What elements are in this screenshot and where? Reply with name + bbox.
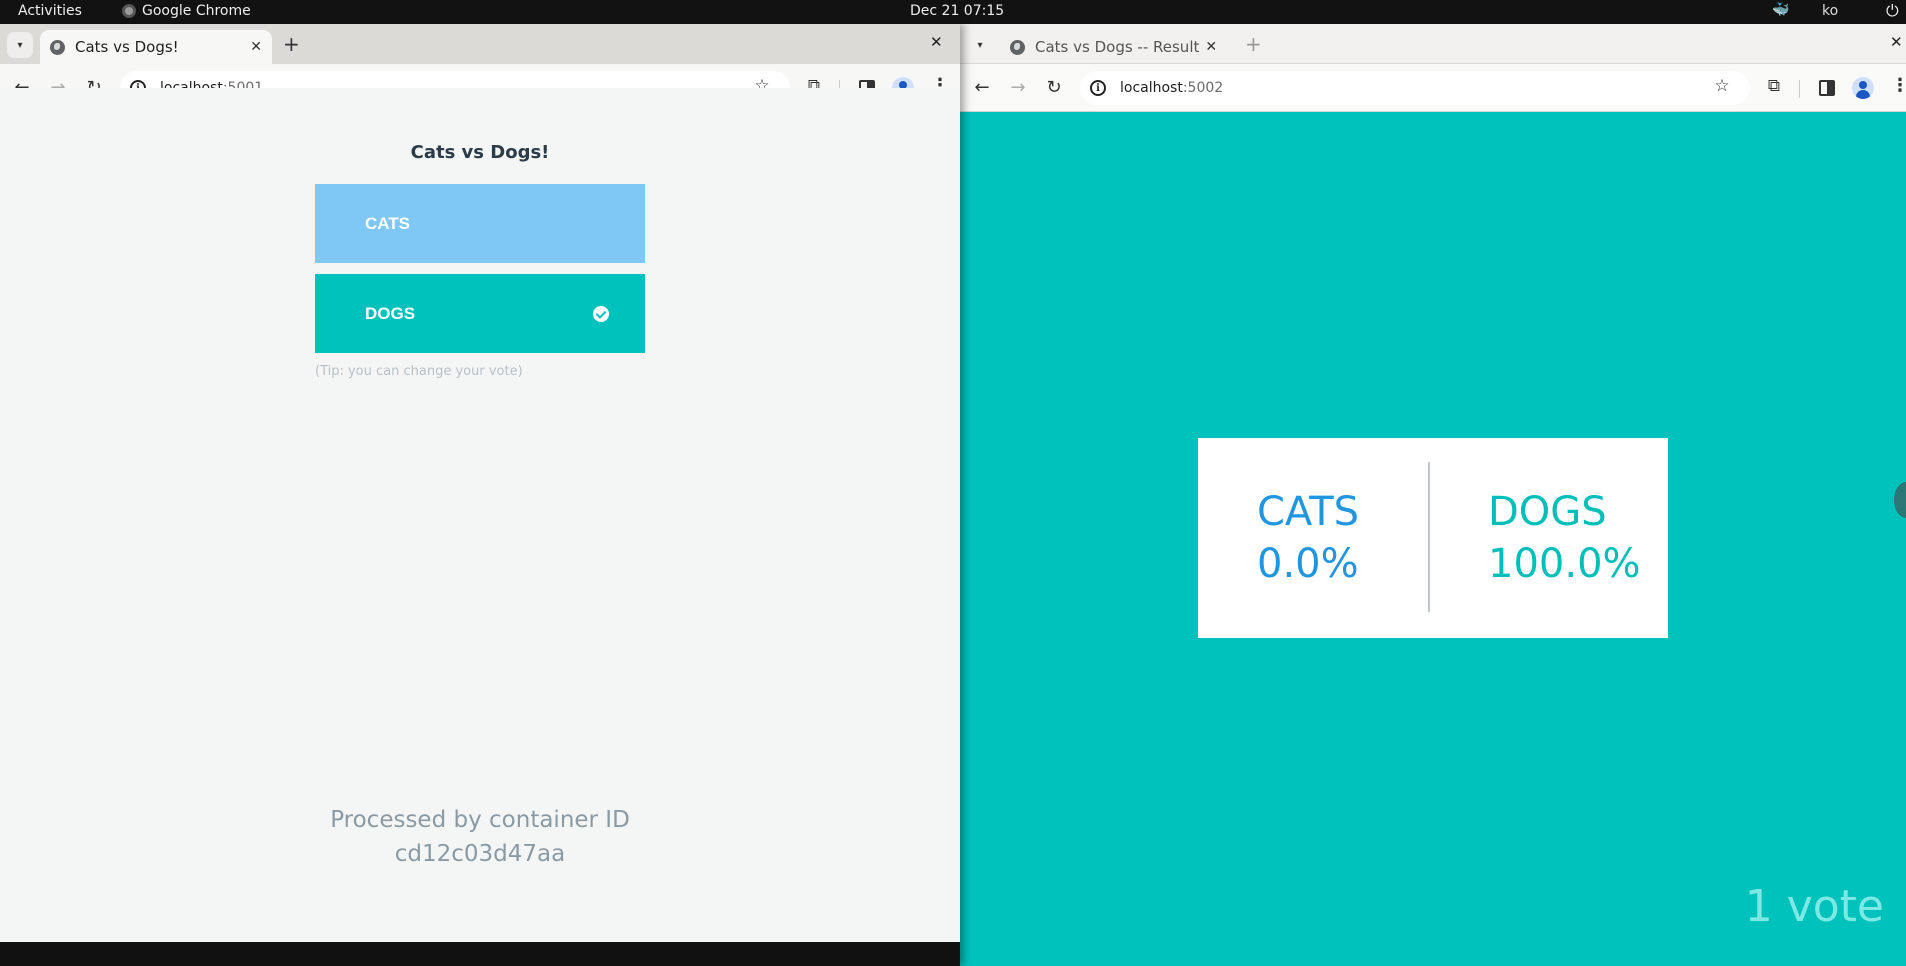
tip-text: (Tip: you can change your vote) <box>315 364 523 379</box>
toolbar-separator <box>1799 80 1800 98</box>
tab-strip: ▾ Cats vs Dogs! ✕ + ✕ <box>0 24 960 64</box>
tab-title: Cats vs Dogs -- Result <box>1035 38 1200 56</box>
docker-icon[interactable]: 🐳 <box>1772 2 1789 18</box>
window-close-button[interactable]: ✕ <box>930 33 943 51</box>
close-tab-icon[interactable]: ✕ <box>250 39 262 55</box>
browser-toolbar: ← → ↻ i localhost:5002 ☆ ⧉ ⋮ <box>960 64 1906 112</box>
result-browser-window: ▾ Cats vs Dogs -- Result ✕ + ✕ ← → ↻ i l… <box>960 24 1906 966</box>
chevron-down-icon: ▾ <box>17 39 23 51</box>
result-cats-percent: 0.0% <box>1257 541 1359 587</box>
vote-page: Cats vs Dogs! CATS DOGS (Tip: you can ch… <box>0 88 960 942</box>
url-port: :5002 <box>1182 80 1224 96</box>
extensions-icon[interactable]: ⧉ <box>1763 76 1785 96</box>
system-top-bar: Activities Google Chrome Dec 21 07:15 🐳 … <box>0 0 1906 24</box>
app-name: Google Chrome <box>142 3 251 19</box>
container-label: Processed by container ID <box>330 807 630 833</box>
back-button[interactable]: ← <box>971 77 993 98</box>
url-host: localhost <box>1120 80 1183 96</box>
result-cats-label: CATS <box>1257 489 1360 535</box>
menu-kebab-icon[interactable]: ⋮ <box>1891 75 1906 96</box>
globe-icon <box>50 39 65 55</box>
site-info-icon[interactable]: i <box>1090 80 1106 96</box>
edge-handle[interactable] <box>1894 482 1906 518</box>
tab-strip: ▾ Cats vs Dogs -- Result ✕ + ✕ <box>960 24 1906 64</box>
page-title: Cats vs Dogs! <box>410 142 550 163</box>
close-tab-icon[interactable]: ✕ <box>1205 39 1217 55</box>
result-card: CATS 0.0% DOGS 100.0% <box>1198 438 1668 638</box>
container-info: Processed by container ID cd12c03d47aa <box>0 803 960 871</box>
window-close-button[interactable]: ✕ <box>1890 33 1903 51</box>
new-tab-button[interactable]: + <box>283 32 300 56</box>
result-dogs-percent: 100.0% <box>1488 541 1641 587</box>
vote-browser-window: ▾ Cats vs Dogs! ✕ + ✕ ← → ↻ i localhost:… <box>0 24 960 966</box>
power-icon[interactable]: ⏻ <box>1886 1 1899 21</box>
result-page: CATS 0.0% DOGS 100.0% 1 vote <box>960 112 1906 966</box>
profile-avatar[interactable] <box>1852 77 1874 99</box>
container-id: cd12c03d47aa <box>394 841 566 867</box>
user-name[interactable]: ko <box>1822 3 1838 19</box>
tab-result[interactable]: Cats vs Dogs -- Result ✕ <box>1000 30 1225 64</box>
vote-dogs-button[interactable]: DOGS <box>315 274 645 353</box>
chrome-icon <box>122 4 136 18</box>
result-cats: CATS 0.0% <box>1257 486 1359 590</box>
result-dogs: DOGS 100.0% <box>1488 486 1641 590</box>
app-menu[interactable]: Google Chrome <box>122 3 251 19</box>
tab-title: Cats vs Dogs! <box>75 38 179 56</box>
vote-cats-button[interactable]: CATS <box>315 184 645 263</box>
result-dogs-label: DOGS <box>1488 489 1607 535</box>
activities-button[interactable]: Activities <box>18 3 82 19</box>
vote-count: 1 vote <box>1744 881 1884 932</box>
bookmark-star-icon[interactable]: ☆ <box>1711 76 1733 96</box>
result-divider <box>1428 462 1430 612</box>
tab-search-button[interactable]: ▾ <box>967 32 993 58</box>
reload-button[interactable]: ↻ <box>1043 77 1065 98</box>
check-circle-icon <box>593 306 609 322</box>
side-panel-icon[interactable] <box>1819 80 1835 96</box>
forward-button[interactable]: → <box>1007 77 1029 98</box>
chevron-down-icon: ▾ <box>977 39 983 51</box>
clock[interactable]: Dec 21 07:15 <box>910 3 1004 19</box>
address-bar[interactable]: i localhost:5002 <box>1080 71 1750 105</box>
tab-vote[interactable]: Cats vs Dogs! ✕ <box>40 30 272 64</box>
tab-search-button[interactable]: ▾ <box>7 32 33 58</box>
globe-icon <box>1010 39 1025 55</box>
vote-cats-label: CATS <box>365 213 411 233</box>
vote-dogs-label: DOGS <box>365 303 416 323</box>
new-tab-button[interactable]: + <box>1245 32 1262 56</box>
